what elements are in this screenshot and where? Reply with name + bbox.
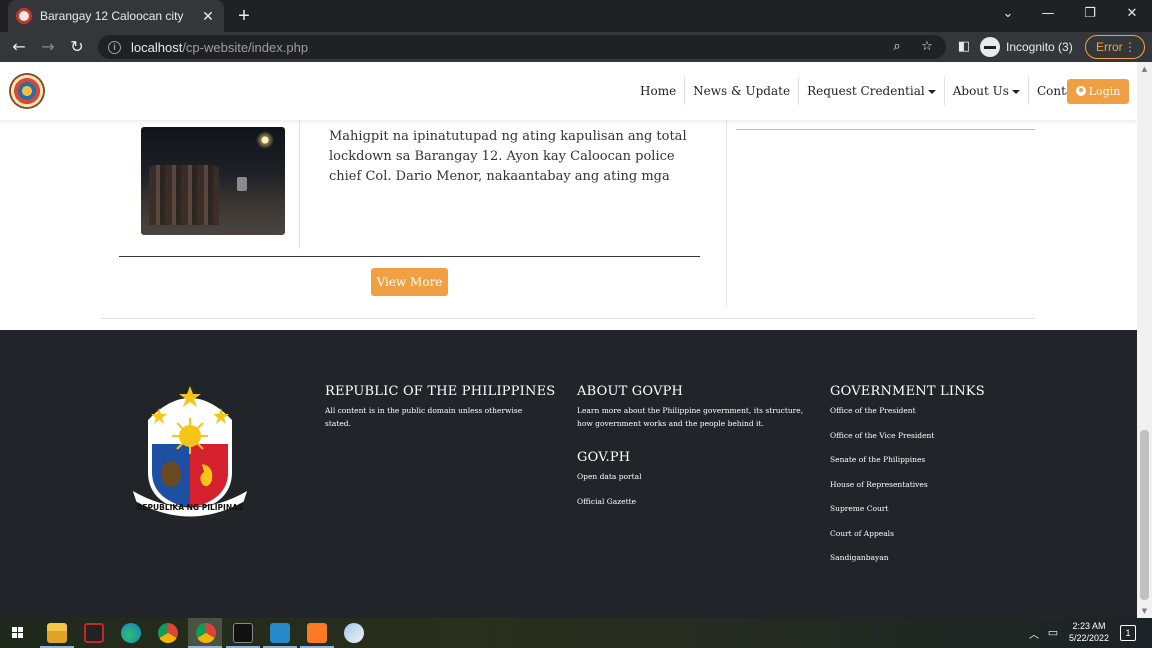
site-footer: REPUBLIKA NG PILIPINAS REPUBLIC OF THE P… [0, 330, 1137, 618]
close-window-button[interactable]: ✕ [1112, 0, 1152, 28]
footer-gov-links-heading: GOVERNMENT LINKS [830, 384, 985, 399]
scrollbar-thumb[interactable] [1140, 430, 1149, 600]
side-panel-icon[interactable]: ◧ [952, 35, 976, 59]
error-label: Error [1096, 40, 1123, 54]
url-host: localhost [131, 39, 183, 55]
page-viewport: Home News & Update Request Credential Ab… [0, 62, 1137, 618]
footer-link-supreme-court[interactable]: Supreme Court [830, 502, 1030, 515]
main-menu: Home News & Update Request Credential Ab… [632, 77, 1113, 105]
browser-tab[interactable]: Barangay 12 Caloocan city ✕ [8, 0, 224, 32]
tab-close-icon[interactable]: ✕ [200, 8, 216, 25]
nav-request-credential[interactable]: Request Credential [799, 77, 945, 105]
sidebar-divider [726, 120, 727, 307]
news-divider [119, 256, 700, 257]
url-path: /cp-website/index.php [182, 39, 309, 55]
view-more-button[interactable]: View More [371, 268, 448, 296]
tray-overflow-icon[interactable]: ︿ [1028, 626, 1040, 641]
nav-about-us-label: About Us [952, 84, 1009, 98]
footer-link-president[interactable]: Office of the President [830, 404, 1030, 417]
browser-tab-bar: Barangay 12 Caloocan city ✕ + ⌄ — ❐ ✕ [0, 0, 1152, 32]
back-icon[interactable]: ← [7, 35, 31, 59]
news-column-divider [299, 120, 300, 249]
new-tab-button[interactable]: + [232, 4, 256, 28]
notifications-icon[interactable]: 1 [1120, 625, 1136, 641]
philippine-coat-of-arms: REPUBLIKA NG PILIPINAS [131, 386, 249, 518]
windows-taskbar: ︿ ▭ 2:23 AM 5/22/2022 1 [0, 618, 1152, 648]
login-button[interactable]: Login [1067, 79, 1129, 104]
news-excerpt: Mahigpit na ipinatutupad ng ating kapuli… [329, 129, 687, 184]
menu-kebab-icon: ⋮ [1124, 40, 1136, 54]
file-explorer-icon[interactable] [47, 623, 67, 643]
police-group [149, 165, 219, 225]
footer-republic-column: REPUBLIC OF THE PHILIPPINES All content … [325, 384, 556, 430]
chrome-incognito-icon[interactable] [196, 623, 216, 643]
section-divider [101, 318, 1035, 319]
footer-republic-text: All content is in the public domain unle… [325, 406, 523, 428]
footer-gov-links-column: GOVERNMENT LINKS Office of the President… [830, 384, 1030, 576]
incognito-icon [980, 37, 1000, 57]
clock-time: 2:23 AM [1072, 621, 1106, 631]
nav-request-credential-label: Request Credential [807, 84, 925, 98]
scroll-up-icon[interactable]: ▲ [1137, 62, 1152, 76]
scroll-down-icon[interactable]: ▼ [1137, 604, 1152, 618]
sidebar-rule [736, 129, 1035, 130]
page-scrollbar[interactable]: ▲ ▼ [1137, 62, 1152, 618]
caret-down-icon [1011, 89, 1020, 94]
notification-count: 1 [1125, 628, 1131, 638]
nav-about-us[interactable]: About Us [945, 77, 1029, 105]
footer-link-open-data[interactable]: Open data portal [577, 470, 817, 483]
footer-link-sandiganbayan[interactable]: Sandiganbayan [830, 551, 1030, 564]
vehicle [237, 177, 247, 191]
user-circle-icon [1075, 86, 1086, 96]
street-light [256, 131, 274, 149]
other-app-icon[interactable] [344, 623, 364, 643]
news-thumbnail-image[interactable] [141, 127, 285, 235]
game-launcher-icon[interactable] [84, 623, 104, 643]
zoom-search-icon[interactable]: ⌕ [888, 38, 906, 56]
caret-down-icon [927, 89, 936, 94]
browser-toolbar: ← → ↻ i localhost /cp-website/index.php … [0, 32, 1152, 62]
address-bar[interactable]: i localhost /cp-website/index.php ⌕ ☆ [98, 35, 946, 59]
site-info-icon[interactable]: i [108, 40, 121, 54]
nav-home[interactable]: Home [632, 77, 686, 105]
seal-motto: REPUBLIKA NG PILIPINAS [137, 503, 244, 512]
barangay-seal-logo[interactable] [9, 73, 45, 109]
footer-about-column: ABOUT GOVPH Learn more about the Philipp… [577, 384, 817, 519]
login-label: Login [1088, 85, 1121, 98]
footer-link-senate[interactable]: Senate of the Philippines [830, 453, 1030, 466]
site-navbar: Home News & Update Request Credential Ab… [0, 62, 1137, 120]
footer-republic-heading: REPUBLIC OF THE PHILIPPINES [325, 384, 556, 399]
footer-about-heading: ABOUT GOVPH [577, 384, 684, 399]
incognito-label: Incognito (3) [1006, 40, 1073, 54]
site-favicon-icon [16, 8, 32, 24]
footer-link-official-gazette[interactable]: Official Gazette [577, 495, 817, 508]
footer-link-court-of-appeals[interactable]: Court of Appeals [830, 527, 1030, 540]
xampp-icon[interactable] [307, 623, 327, 643]
error-button[interactable]: Error ⋮ [1085, 35, 1145, 59]
terminal-icon[interactable] [233, 623, 253, 643]
chrome-icon[interactable] [158, 623, 178, 643]
tab-title: Barangay 12 Caloocan city [40, 9, 184, 23]
forward-icon[interactable]: → [36, 35, 60, 59]
bookmark-star-icon[interactable]: ☆ [918, 38, 936, 56]
clock-date: 5/22/2022 [1068, 633, 1110, 643]
edge-icon[interactable] [121, 623, 141, 643]
taskbar-clock[interactable]: 2:23 AM 5/22/2022 [1064, 621, 1114, 643]
footer-link-vice-president[interactable]: Office of the Vice President [830, 429, 1030, 442]
footer-link-house[interactable]: House of Representatives [830, 478, 1030, 491]
incognito-indicator[interactable]: Incognito (3) [980, 36, 1073, 58]
footer-govph-heading: GOV.PH [577, 450, 631, 465]
restore-button[interactable]: ❐ [1070, 0, 1110, 28]
minimize-button[interactable]: — [1028, 0, 1068, 28]
network-icon[interactable]: ▭ [1046, 626, 1060, 639]
footer-about-text: Learn more about the Philippine governme… [577, 406, 804, 428]
nav-news-update[interactable]: News & Update [685, 77, 800, 105]
vscode-icon[interactable] [270, 623, 290, 643]
tab-search-dropdown-icon[interactable]: ⌄ [988, 0, 1028, 28]
reload-icon[interactable]: ↻ [65, 35, 89, 59]
windows-start-icon[interactable] [12, 627, 24, 639]
